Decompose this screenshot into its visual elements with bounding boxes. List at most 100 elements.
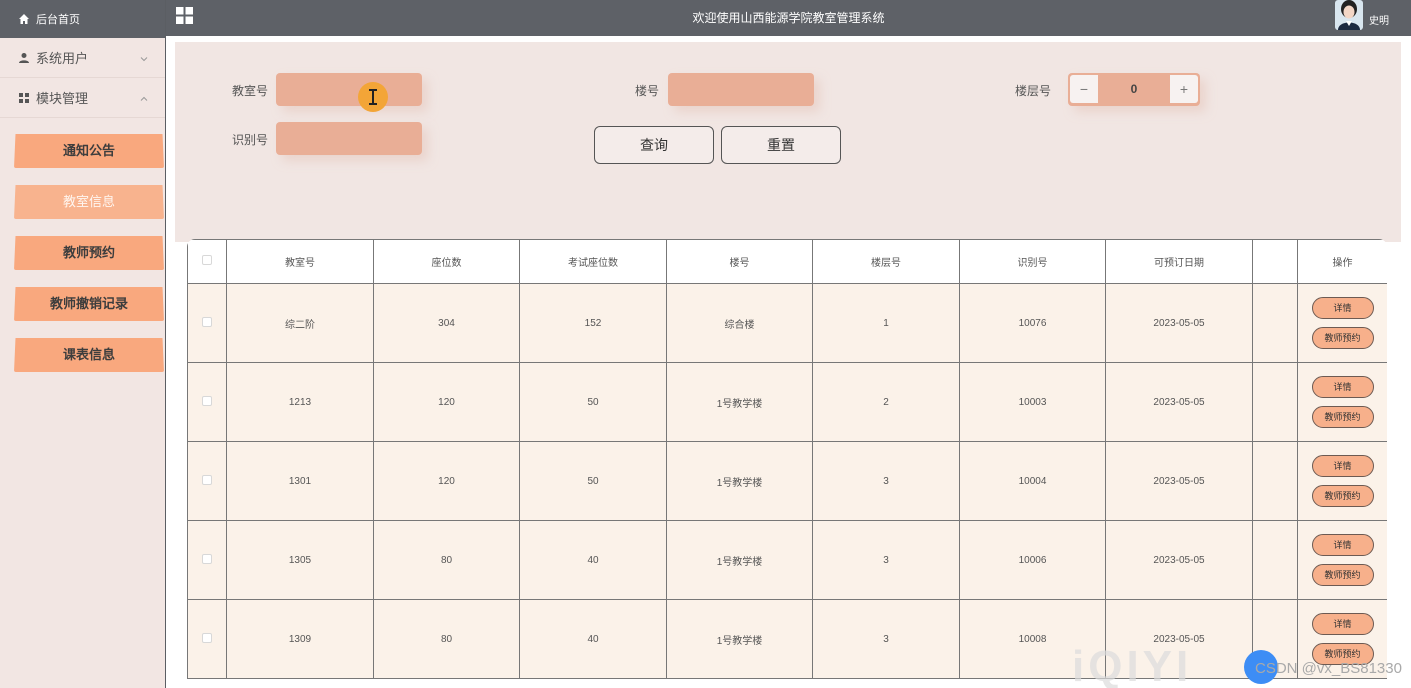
- id-input[interactable]: [276, 122, 422, 155]
- row-select-cell: [187, 520, 227, 600]
- row-checkbox[interactable]: [202, 474, 212, 485]
- detail-button[interactable]: 详情: [1311, 455, 1374, 477]
- detail-button[interactable]: 详情: [1311, 534, 1374, 556]
- classroom-label: 教室号: [232, 84, 269, 98]
- row-select-cell: [187, 283, 227, 363]
- chevron-up-icon: [139, 92, 149, 102]
- detail-button[interactable]: 详情: [1311, 297, 1374, 319]
- avatar[interactable]: [1335, 0, 1363, 30]
- floor-decrease-button[interactable]: −: [1070, 75, 1098, 103]
- cell-room: 1213: [226, 362, 374, 442]
- select-all-cell: [187, 239, 227, 284]
- reserve-button[interactable]: 教师预约: [1311, 406, 1374, 428]
- cell-actions: 详情 教师预约: [1297, 441, 1387, 521]
- sidebar-item-teacher-reservation[interactable]: 教师预约: [14, 236, 164, 270]
- table-row: 1213 120 50 1号教学楼 2 10003 2023-05-05 详情 …: [187, 362, 1387, 442]
- column-header[interactable]: 座位数: [373, 239, 520, 284]
- sidebar-item-classroom-info[interactable]: 教室信息: [14, 185, 164, 219]
- app-root: 后台首页 系统用户 模块管理 通知公告 教室信息 教师预约 教师撤销记录 课表信…: [0, 0, 1411, 688]
- user-icon: [19, 52, 29, 63]
- query-button[interactable]: 查询: [594, 126, 714, 164]
- cell-exam-seats: 40: [519, 599, 667, 679]
- sidebar-group-label: 模块管理: [36, 91, 89, 106]
- reserve-button[interactable]: 教师预约: [1311, 485, 1374, 507]
- table-row: 1301 120 50 1号教学楼 3 10004 2023-05-05 详情 …: [187, 441, 1387, 521]
- column-header: 操作: [1297, 239, 1387, 284]
- grid-icon: [19, 92, 29, 103]
- row-select-cell: [187, 599, 227, 679]
- row-checkbox[interactable]: [202, 395, 212, 406]
- column-header[interactable]: 楼号: [666, 239, 813, 284]
- cell-empty: [1252, 441, 1298, 521]
- cell-floor: 2: [812, 362, 960, 442]
- floor-stepper: − 0 +: [1068, 73, 1200, 106]
- sidebar-home[interactable]: 后台首页: [0, 0, 165, 38]
- cell-floor: 3: [812, 599, 960, 679]
- cell-exam-seats: 50: [519, 441, 667, 521]
- cell-actions: 详情 教师预约: [1297, 362, 1387, 442]
- column-header[interactable]: 考试座位数: [519, 239, 667, 284]
- floor-increase-button[interactable]: +: [1170, 75, 1198, 103]
- classroom-input[interactable]: [276, 73, 422, 106]
- sidebar-item-schedule-info[interactable]: 课表信息: [14, 338, 164, 372]
- column-header[interactable]: 可预订日期: [1105, 239, 1253, 284]
- cell-seats: 80: [373, 520, 520, 600]
- sidebar-group-module-management[interactable]: 模块管理: [0, 78, 165, 118]
- table-row: 1309 80 40 1号教学楼 3 10008 2023-05-05 详情 教…: [187, 599, 1387, 679]
- sidebar-group-label: 系统用户: [36, 51, 89, 66]
- iqiyi-watermark: iQIYI: [1072, 642, 1193, 688]
- sidebar-item-teacher-cancel-record[interactable]: 教师撤销记录: [14, 287, 164, 321]
- cell-empty: [1252, 520, 1298, 600]
- home-icon: [19, 14, 29, 24]
- sidebar-submenu: 通知公告 教室信息 教师预约 教师撤销记录 课表信息: [0, 118, 165, 372]
- sidebar: 后台首页 系统用户 模块管理 通知公告 教室信息 教师预约 教师撤销记录 课表信…: [0, 0, 166, 688]
- id-label: 识别号: [232, 133, 269, 147]
- classroom-table: 教室号 座位数 考试座位数 楼号 楼层号 识别号 可预订日期 操作 综二阶 30…: [187, 239, 1387, 688]
- cell-code: 10076: [959, 283, 1106, 363]
- detail-button[interactable]: 详情: [1311, 376, 1374, 398]
- cell-empty: [1252, 362, 1298, 442]
- search-panel: 教室号 楼号 楼层号 − 0 + 识别号 查询 重置: [175, 42, 1401, 242]
- select-all-checkbox[interactable]: [202, 255, 212, 265]
- row-checkbox[interactable]: [202, 632, 212, 643]
- text-cursor-icon: [358, 82, 388, 112]
- cell-date: 2023-05-05: [1105, 441, 1253, 521]
- cell-building: 1号教学楼: [666, 599, 813, 679]
- row-checkbox[interactable]: [202, 316, 212, 327]
- column-header[interactable]: 楼层号: [812, 239, 960, 284]
- building-input[interactable]: [668, 73, 814, 106]
- cell-seats: 120: [373, 441, 520, 521]
- detail-button[interactable]: 详情: [1311, 613, 1374, 635]
- cell-room: 1301: [226, 441, 374, 521]
- username: 史明: [1369, 16, 1389, 27]
- row-checkbox[interactable]: [202, 553, 212, 564]
- column-header[interactable]: 教室号: [226, 239, 374, 284]
- reset-button[interactable]: 重置: [721, 126, 841, 164]
- sidebar-item-notice[interactable]: 通知公告: [14, 134, 164, 168]
- reserve-button[interactable]: 教师预约: [1311, 327, 1374, 349]
- cell-room: 1305: [226, 520, 374, 600]
- cell-code: 10006: [959, 520, 1106, 600]
- table-row: 1305 80 40 1号教学楼 3 10006 2023-05-05 详情 教…: [187, 520, 1387, 600]
- reserve-button[interactable]: 教师预约: [1311, 564, 1374, 586]
- cell-date: 2023-05-05: [1105, 283, 1253, 363]
- cell-actions: 详情 教师预约: [1297, 520, 1387, 600]
- cell-exam-seats: 50: [519, 362, 667, 442]
- sidebar-group-system-users[interactable]: 系统用户: [0, 38, 165, 78]
- cell-floor: 3: [812, 441, 960, 521]
- topbar: 欢迎使用山西能源学院教室管理系统 史明: [166, 0, 1411, 36]
- cell-exam-seats: 40: [519, 520, 667, 600]
- row-select-cell: [187, 362, 227, 442]
- cell-exam-seats: 152: [519, 283, 667, 363]
- column-header[interactable]: 识别号: [959, 239, 1106, 284]
- floor-label: 楼层号: [1015, 84, 1052, 98]
- cell-room: 1309: [226, 599, 374, 679]
- cell-date: 2023-05-05: [1105, 520, 1253, 600]
- floor-value[interactable]: 0: [1098, 73, 1170, 106]
- row-select-cell: [187, 441, 227, 521]
- page-title: 欢迎使用山西能源学院教室管理系统: [692, 11, 885, 25]
- sidebar-home-label: 后台首页: [36, 14, 80, 26]
- cell-seats: 120: [373, 362, 520, 442]
- cell-building: 1号教学楼: [666, 520, 813, 600]
- column-header: [1252, 239, 1298, 284]
